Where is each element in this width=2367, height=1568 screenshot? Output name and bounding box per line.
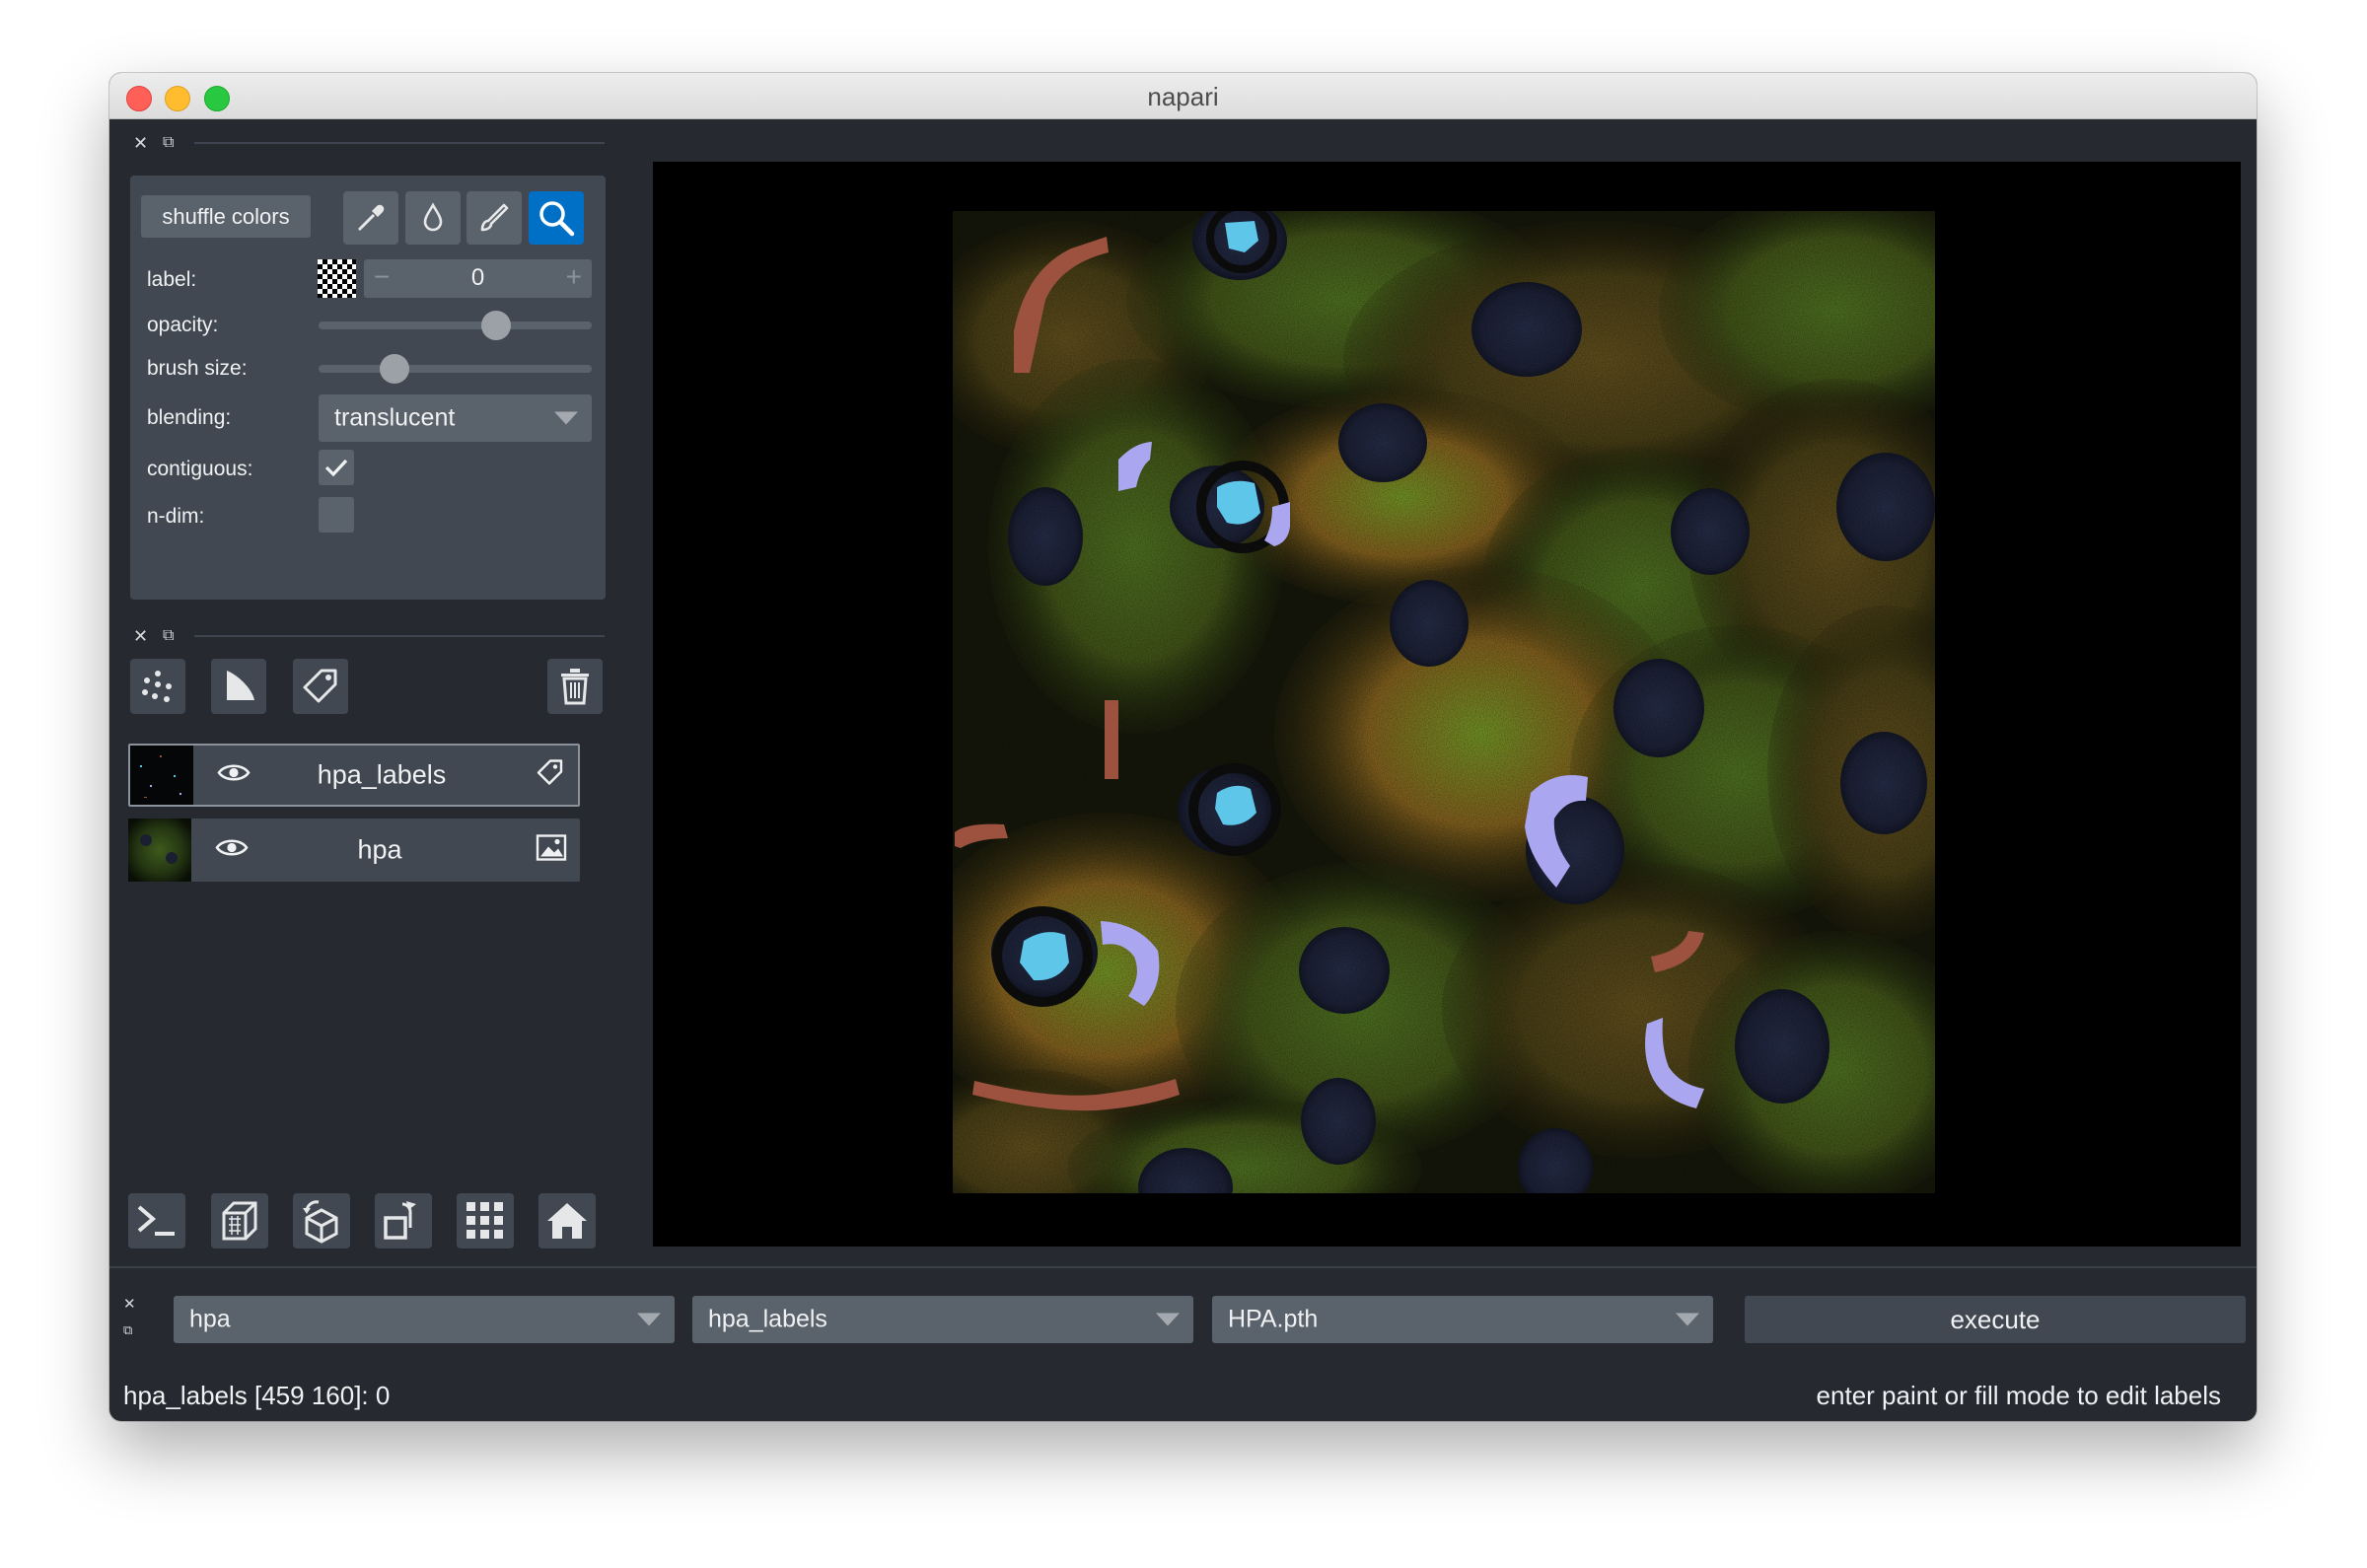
chevron-down-icon	[1676, 1313, 1699, 1326]
labels-layer-value: hpa_labels	[708, 1305, 827, 1333]
execute-button[interactable]: execute	[1745, 1296, 2246, 1343]
delete-layer-button[interactable]	[547, 659, 603, 714]
image-layer-select[interactable]: hpa	[174, 1296, 675, 1343]
new-points-layer-button[interactable]	[130, 659, 185, 714]
layer-thumbnail	[128, 819, 191, 882]
window-title: napari	[1147, 82, 1219, 111]
layer-name[interactable]: hpa	[271, 835, 488, 866]
grid-icon	[466, 1202, 503, 1239]
float-dock-icon[interactable]: ⧉	[123, 1321, 132, 1339]
dock-title-divider	[194, 142, 605, 144]
float-dock-icon[interactable]: ⧉	[163, 134, 174, 152]
picker-tool-button[interactable]	[343, 191, 398, 245]
new-labels-layer-button[interactable]	[293, 659, 348, 714]
viewer-canvas[interactable]	[653, 162, 2241, 1247]
layer-thumbnail	[130, 746, 193, 809]
brush-size-slider[interactable]	[319, 354, 592, 384]
transpose-icon	[384, 1201, 416, 1240]
console-button[interactable]	[128, 1193, 185, 1248]
chevron-down-icon	[1156, 1313, 1180, 1326]
contiguous-checkbox[interactable]	[319, 450, 354, 485]
ndim-field-label: n-dim:	[147, 505, 205, 528]
transpose-button[interactable]	[375, 1193, 432, 1248]
grid-view-button[interactable]	[457, 1193, 514, 1248]
blending-field-label: blending:	[147, 406, 232, 429]
ndisplay-button[interactable]	[211, 1193, 268, 1248]
dock-title-divider	[194, 635, 605, 637]
layer-type-indicator	[536, 834, 567, 867]
ndim-checkbox[interactable]	[319, 497, 354, 533]
layer-controls-panel: shuffle colors label: − 0 + opacity: bru…	[130, 176, 606, 600]
paint-icon	[480, 203, 509, 232]
brush-size-slider-handle[interactable]	[379, 354, 409, 384]
visibility-toggle[interactable]	[217, 762, 251, 789]
eye-icon	[215, 839, 249, 856]
roll-dims-button[interactable]	[293, 1193, 350, 1248]
blending-select[interactable]: translucent	[319, 394, 592, 442]
new-shapes-icon	[227, 671, 254, 700]
increment-icon[interactable]: +	[566, 261, 582, 293]
opacity-slider-handle[interactable]	[481, 311, 512, 340]
new-shapes-layer-button[interactable]	[211, 659, 266, 714]
eye-icon	[217, 764, 251, 781]
new-points-icon	[142, 671, 172, 702]
close-dock-icon[interactable]: ✕	[123, 1296, 136, 1314]
shuffle-colors-button[interactable]: shuffle colors	[141, 195, 311, 238]
paint-tool-button[interactable]	[466, 191, 522, 245]
layer-row-hpa_labels[interactable]: hpa_labels	[128, 744, 580, 807]
layer-row-hpa[interactable]: hpa	[128, 819, 580, 882]
opacity-field-label: opacity:	[147, 314, 219, 336]
fill-icon	[423, 202, 443, 232]
status-coordinates: hpa_labels [459 160]: 0	[123, 1381, 391, 1410]
bottom-dock-divider	[109, 1266, 2257, 1268]
contiguous-field-label: contiguous:	[147, 458, 253, 480]
opacity-slider[interactable]	[319, 311, 592, 340]
image-thumbnail-image	[128, 819, 191, 882]
title-bar: napari	[109, 73, 2257, 119]
float-dock-icon[interactable]: ⧉	[163, 627, 174, 645]
layer-name[interactable]: hpa_labels	[273, 760, 490, 791]
model-value: HPA.pth	[1228, 1305, 1319, 1333]
label-field-label: label:	[147, 268, 197, 291]
microscopy-image	[953, 211, 1935, 1193]
zoom-icon	[539, 201, 575, 237]
brush-size-field-label: brush size:	[147, 357, 248, 380]
picker-icon	[358, 204, 385, 231]
labels-icon	[537, 759, 563, 785]
checkmark-icon	[324, 459, 348, 477]
label-color-swatch	[318, 259, 356, 298]
home-button[interactable]	[538, 1193, 596, 1248]
model-select[interactable]: HPA.pth	[1212, 1296, 1713, 1343]
close-dock-icon[interactable]: ✕	[133, 627, 148, 645]
napari-window: napari ✕ ⧉ shuffle colors label: − 0 + o…	[109, 73, 2257, 1421]
label-spinbox[interactable]: − 0 +	[364, 259, 592, 298]
labels-layer-select[interactable]: hpa_labels	[692, 1296, 1193, 1343]
console-icon	[137, 1205, 175, 1236]
label-value: 0	[470, 264, 485, 291]
labels-thumbnail-image	[130, 746, 193, 805]
close-dock-icon[interactable]: ✕	[133, 134, 148, 152]
image-icon	[536, 834, 567, 861]
status-help: enter paint or fill mode to edit labels	[1816, 1381, 2221, 1410]
fill-tool-button[interactable]	[405, 191, 461, 245]
chevron-down-icon	[637, 1313, 661, 1326]
zoom-tool-button[interactable]	[529, 191, 584, 245]
layer-type-indicator	[536, 758, 565, 793]
new-labels-icon	[303, 669, 337, 703]
image-layer-value: hpa	[189, 1305, 231, 1333]
blending-value: translucent	[334, 403, 456, 432]
roll-dims-icon	[303, 1200, 338, 1244]
home-icon	[547, 1203, 587, 1239]
ndisplay-icon	[222, 1201, 257, 1241]
visibility-toggle[interactable]	[215, 837, 249, 864]
delete-layer-icon	[561, 669, 589, 705]
chevron-down-icon	[554, 411, 578, 425]
